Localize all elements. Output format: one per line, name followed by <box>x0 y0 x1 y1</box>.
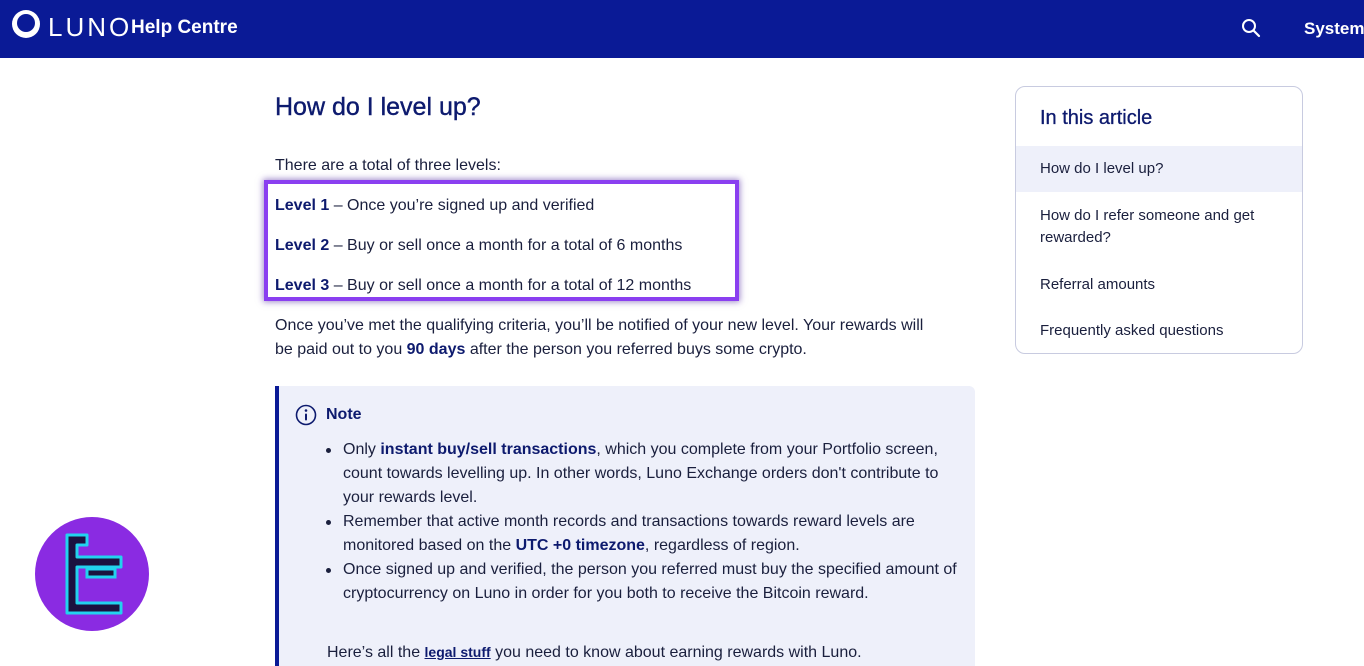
legal-stuff-link[interactable]: legal stuff <box>425 644 491 660</box>
luno-logo-text[interactable]: LUNO <box>48 12 132 42</box>
levels-highlight-box <box>264 180 739 301</box>
note-callout: Note Only instant buy/sell transactions,… <box>275 386 975 666</box>
system-menu[interactable]: System <box>1304 19 1364 39</box>
toc-item-refer-someone[interactable]: How do I refer someone and get rewarded? <box>1016 205 1302 249</box>
toc-item-level-up[interactable]: How do I level up? <box>1016 146 1302 192</box>
note-bullet-list: Only instant buy/sell transactions, whic… <box>324 438 964 606</box>
toc-title: In this article <box>1040 107 1153 129</box>
criteria-line-2: be paid out to you 90 days after the per… <box>275 338 807 362</box>
search-icon[interactable] <box>1240 17 1262 39</box>
criteria-text-after: after the person you referred buys some … <box>465 341 807 358</box>
list-item: Once signed up and verified, the person … <box>324 558 964 606</box>
note-bullet-3: Once signed up and verified, the person … <box>343 561 957 602</box>
note-footer-after: you need to know about earning rewards w… <box>490 644 862 661</box>
help-centre-title[interactable]: Help Centre <box>131 17 238 39</box>
list-item: Only instant buy/sell transactions, whic… <box>324 438 964 510</box>
toc-item-faq[interactable]: Frequently asked questions <box>1016 320 1302 342</box>
tc-logo-icon <box>35 517 149 631</box>
in-this-article-panel: In this article How do I level up? How d… <box>1015 86 1303 354</box>
list-item: Remember that active month records and t… <box>324 510 964 558</box>
note-bullet-2-after: , regardless of region. <box>644 537 800 554</box>
note-title: Note <box>326 406 362 423</box>
criteria-line-1: Once you’ve met the qualifying criteria,… <box>275 317 924 334</box>
levels-intro: There are a total of three levels: <box>275 157 501 174</box>
top-navigation-bar: LUNO Help Centre System <box>0 0 1364 58</box>
note-footer: Here’s all the legal stuff you need to k… <box>327 640 862 665</box>
note-bullet-1-before: Only <box>343 441 381 458</box>
note-bullet-1-bold: instant buy/sell transactions <box>380 441 597 458</box>
toc-item-referral-amounts[interactable]: Referral amounts <box>1016 274 1302 296</box>
info-icon <box>295 404 317 426</box>
criteria-text-before: be paid out to you <box>275 341 407 358</box>
luno-logo-icon[interactable] <box>12 10 40 38</box>
note-bullet-2-bold: UTC +0 timezone <box>515 537 645 554</box>
article-title: How do I level up? <box>275 93 481 121</box>
criteria-days: 90 days <box>406 341 466 358</box>
note-footer-before: Here’s all the <box>327 644 425 661</box>
